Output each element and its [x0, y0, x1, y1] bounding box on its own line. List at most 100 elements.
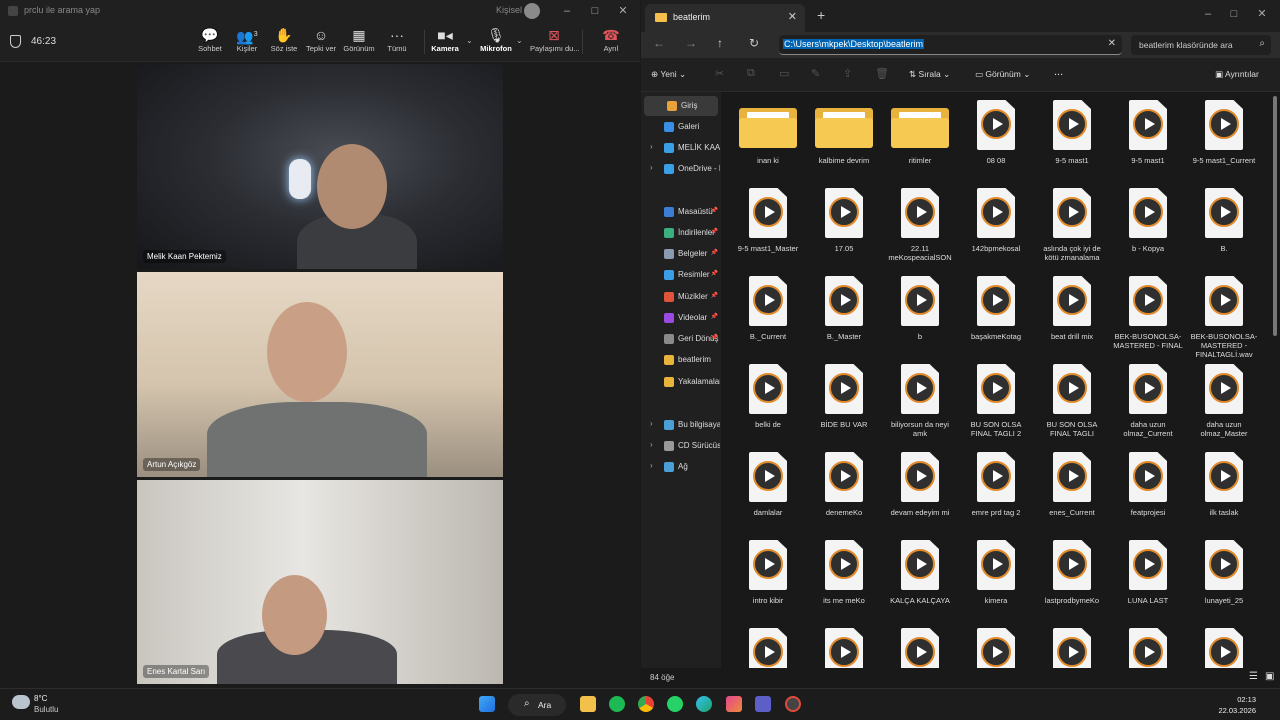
refresh-icon[interactable]: ↻: [749, 36, 759, 50]
minimize-icon[interactable]: –: [1197, 6, 1219, 22]
audio-file-item[interactable]: B._Current: [733, 276, 803, 341]
weather-temperature[interactable]: 8°C: [34, 694, 47, 703]
audio-file-item[interactable]: lunayeti_25: [1189, 540, 1259, 605]
audio-file-item[interactable]: denemeKo: [809, 452, 879, 517]
record-icon[interactable]: [785, 696, 801, 712]
audio-file-item[interactable]: kimera: [961, 540, 1031, 605]
folder-item[interactable]: inan ki: [733, 100, 803, 165]
file-explorer-icon[interactable]: [580, 696, 596, 712]
app-icon[interactable]: [726, 696, 742, 712]
cut-icon[interactable]: ✂: [715, 67, 724, 80]
participant-video[interactable]: Artun Açıkgöz: [137, 272, 503, 477]
close-icon[interactable]: ✕: [612, 3, 634, 19]
audio-file-item[interactable]: BİDE BU VAR: [809, 364, 879, 429]
delete-icon[interactable]: 🗑: [875, 67, 889, 80]
audio-file-item[interactable]: LUNA LAST: [1113, 540, 1183, 605]
audio-file-item[interactable]: KALÇA KALÇAYA: [885, 540, 955, 605]
audio-file-item[interactable]: [733, 628, 803, 668]
address-bar[interactable]: C:\Users\mkpek\Desktop\beatlerim ✕: [779, 35, 1122, 55]
up-icon[interactable]: ↑: [717, 36, 723, 50]
back-icon[interactable]: ←: [653, 36, 665, 50]
audio-file-item[interactable]: [809, 628, 879, 668]
audio-file-item[interactable]: daha uzun olmaz_Master: [1189, 364, 1259, 438]
sidebar-item[interactable]: › CD Sürücüsü: [641, 436, 721, 456]
sidebar-item[interactable]: Resimler 📌: [641, 265, 721, 285]
sidebar-item[interactable]: Masaüstü 📌: [641, 202, 721, 222]
audio-file-item[interactable]: enes_Current: [1037, 452, 1107, 517]
maximize-icon[interactable]: □: [584, 3, 606, 19]
sidebar-item[interactable]: › OneDrive - P: [641, 159, 721, 179]
whatsapp-icon[interactable]: [667, 696, 683, 712]
audio-file-item[interactable]: damlalar: [733, 452, 803, 517]
audio-file-item[interactable]: 9-5 mast1_Master: [733, 188, 803, 253]
audio-file-item[interactable]: BEK-BUSONOLSA-MASTERED - FINALTAGLİ.wav: [1189, 276, 1259, 359]
audio-file-item[interactable]: [1113, 628, 1183, 668]
audio-file-item[interactable]: [1037, 628, 1107, 668]
weather-condition[interactable]: Bulutlu: [34, 705, 58, 714]
avatar[interactable]: [524, 3, 540, 19]
teams-search-box[interactable]: prclu ile arama yap: [24, 5, 100, 15]
details-button[interactable]: ▣ Ayrıntılar: [1215, 69, 1259, 80]
mic-options-chevron-icon[interactable]: ⌄: [516, 36, 523, 45]
sidebar-item[interactable]: › Bu bilgisayar: [641, 415, 721, 435]
sidebar-item[interactable]: Yakalamalar: [641, 372, 721, 392]
audio-file-item[interactable]: belki de: [733, 364, 803, 429]
clear-address-icon[interactable]: ✕: [1108, 38, 1116, 49]
chevron-right-icon[interactable]: ›: [650, 440, 653, 449]
audio-file-item[interactable]: featprojesi: [1113, 452, 1183, 517]
audio-file-item[interactable]: biliyorsun da neyi amk: [885, 364, 955, 438]
audio-file-item[interactable]: ilk taslak: [1189, 452, 1259, 517]
audio-file-item[interactable]: 9-5 mast1: [1113, 100, 1183, 165]
paste-icon[interactable]: ▭: [779, 67, 789, 80]
audio-file-item[interactable]: BEK-BUSONOLSA-MASTERED - FINAL: [1113, 276, 1183, 350]
close-icon[interactable]: ✕: [1251, 6, 1273, 22]
share-icon[interactable]: ⇪: [843, 67, 852, 80]
sidebar-item[interactable]: › MELİK KAAN: [641, 138, 721, 158]
taskbar-search[interactable]: ⌕ Ara: [508, 694, 566, 716]
audio-file-item[interactable]: B.: [1189, 188, 1259, 253]
sidebar-item[interactable]: Müzikler 📌: [641, 287, 721, 307]
sidebar-item[interactable]: › Ağ: [641, 457, 721, 477]
chevron-right-icon[interactable]: ›: [650, 142, 653, 151]
audio-file-item[interactable]: its me meKo: [809, 540, 879, 605]
chevron-right-icon[interactable]: ›: [650, 419, 653, 428]
audio-file-item[interactable]: BU SON OLSA FINAL TAGLI 2: [961, 364, 1031, 438]
sidebar-item[interactable]: Videolar 📌: [641, 308, 721, 328]
spotify-icon[interactable]: [609, 696, 625, 712]
camera-button[interactable]: ■◂ Kamera: [421, 26, 469, 53]
cloud-icon[interactable]: [12, 695, 30, 709]
participant-video[interactable]: Enes Kartal Sarı: [137, 480, 503, 684]
sidebar-item[interactable]: Giriş: [644, 96, 718, 116]
search-box[interactable]: beatlerim klasöründe ara ⌕: [1131, 35, 1271, 55]
system-clock[interactable]: 02:13 22.03.2026: [1218, 694, 1256, 716]
thumbnail-view-icon[interactable]: ▣: [1265, 671, 1274, 682]
mic-button[interactable]: 🎙 Mikrofon: [472, 26, 520, 53]
stop-sharing-button[interactable]: ⊠ Paylaşımı du...: [530, 26, 580, 53]
scrollbar[interactable]: [1273, 96, 1277, 336]
maximize-icon[interactable]: □: [1223, 6, 1245, 22]
audio-file-item[interactable]: b: [885, 276, 955, 341]
more-button[interactable]: ··· Tümü: [373, 26, 421, 53]
sidebar-item[interactable]: İndirilenler 📌: [641, 223, 721, 243]
close-tab-icon[interactable]: ✕: [788, 10, 797, 23]
audio-file-item[interactable]: [1189, 628, 1259, 668]
audio-file-item[interactable]: devam edeyim mi: [885, 452, 955, 517]
leave-button[interactable]: ☎ Ayrıl: [587, 26, 635, 53]
audio-file-item[interactable]: [885, 628, 955, 668]
teams-icon[interactable]: [755, 696, 771, 712]
audio-file-item[interactable]: B._Master: [809, 276, 879, 341]
audio-file-item[interactable]: b - Kopya: [1113, 188, 1183, 253]
sidebar-item[interactable]: Galeri: [641, 117, 721, 137]
audio-file-item[interactable]: 17.05: [809, 188, 879, 253]
chevron-right-icon[interactable]: ›: [650, 163, 653, 172]
audio-file-item[interactable]: emre prd tag 2: [961, 452, 1031, 517]
chevron-right-icon[interactable]: ›: [650, 461, 653, 470]
audio-file-item[interactable]: 22.11 meKospeacialSON: [885, 188, 955, 262]
audio-file-item[interactable]: 08 08: [961, 100, 1031, 165]
more-options-button[interactable]: ...: [1054, 66, 1063, 78]
audio-file-item[interactable]: başakmeKotag: [961, 276, 1031, 341]
sort-button[interactable]: ⇅ Sırala ⌄: [909, 69, 950, 80]
windows-start-icon[interactable]: [479, 696, 495, 712]
sidebar-item[interactable]: Belgeler 📌: [641, 244, 721, 264]
minimize-icon[interactable]: –: [556, 3, 578, 19]
